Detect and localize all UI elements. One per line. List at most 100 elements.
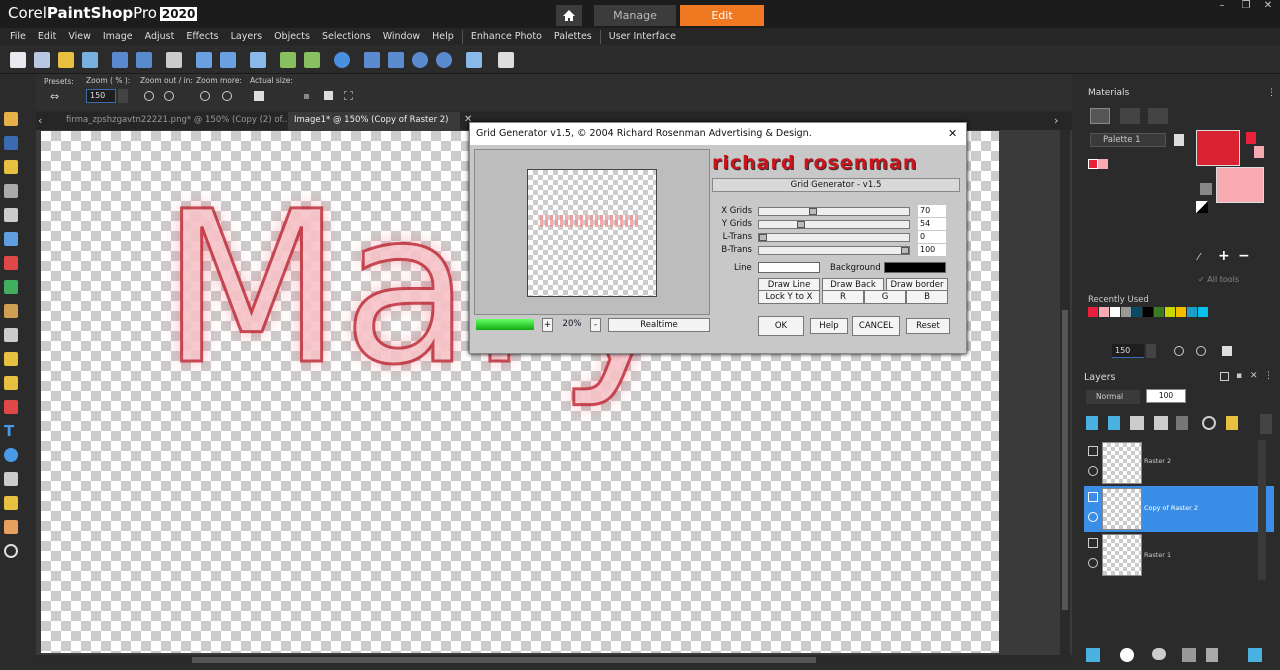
materials-actual-size-icon[interactable] <box>1222 346 1232 356</box>
menu-palettes[interactable]: Palettes <box>554 31 592 42</box>
layer-edit-icon[interactable] <box>1154 416 1168 430</box>
ok-button[interactable]: OK <box>758 316 804 336</box>
menu-effects[interactable]: Effects <box>186 31 218 42</box>
pan-tool-icon[interactable] <box>4 112 18 126</box>
layers-minimize-icon[interactable]: ▪ <box>1236 371 1242 381</box>
straighten-tool-icon[interactable] <box>4 232 18 246</box>
ltrans-value[interactable]: 0 <box>918 231 946 243</box>
menu-user-interface[interactable]: User Interface <box>609 31 676 42</box>
info-icon[interactable] <box>334 52 350 68</box>
tabs-scroll-right-icon[interactable]: › <box>1054 114 1058 127</box>
recent-color-swatch[interactable] <box>1132 307 1142 317</box>
eye-icon[interactable] <box>1088 512 1098 522</box>
warp-brush-icon[interactable] <box>4 496 18 510</box>
selection-tool-icon[interactable] <box>4 160 18 174</box>
save-icon[interactable] <box>112 52 128 68</box>
materials-zoom-in-icon[interactable] <box>1196 346 1206 356</box>
cancel-button[interactable]: CANCEL <box>852 316 900 336</box>
eye-icon[interactable] <box>1088 466 1098 476</box>
doc-tab-image1[interactable]: Image1* @ 150% (Copy of Raster 2) <box>288 112 460 130</box>
rotate-left-icon[interactable] <box>280 52 296 68</box>
dodge-tool-icon[interactable] <box>4 328 18 342</box>
merge-layers-icon[interactable] <box>1182 648 1196 662</box>
blend-mode-dropdown[interactable]: Normal <box>1086 390 1140 404</box>
menu-view[interactable]: View <box>68 31 91 42</box>
shape-tool-icon[interactable] <box>4 448 18 462</box>
fit-selection-icon[interactable] <box>344 91 353 100</box>
pick-tool-icon[interactable] <box>4 136 18 150</box>
rainbow-tab-icon[interactable] <box>1120 108 1140 124</box>
palette-dropdown[interactable]: Palette 1 <box>1090 133 1166 147</box>
layers-scrollbar[interactable] <box>1258 440 1266 580</box>
home-button[interactable] <box>556 5 582 26</box>
xgrids-value[interactable]: 70 <box>918 205 946 217</box>
ygrids-value[interactable]: 54 <box>918 218 946 230</box>
recent-color-swatch[interactable] <box>1099 307 1109 317</box>
materials-zoom-input[interactable]: 150 <box>1112 344 1144 358</box>
clone-brush-icon[interactable] <box>4 304 18 318</box>
realtime-button[interactable]: Realtime <box>608 318 710 332</box>
move-layer-up-icon[interactable] <box>1086 416 1098 430</box>
smudge-brush-icon[interactable] <box>4 520 18 534</box>
btrans-thumb[interactable] <box>901 247 909 254</box>
move-layer-down-icon[interactable] <box>1108 416 1120 430</box>
text-tool-icon[interactable]: T <box>4 424 18 439</box>
recent-color-swatch[interactable] <box>1198 307 1208 317</box>
new-icon[interactable] <box>10 52 26 68</box>
fit-window-icon[interactable] <box>388 52 404 68</box>
vertical-scrollbar[interactable] <box>1060 130 1070 660</box>
dropper-icon[interactable]: ⁄ <box>1198 252 1200 263</box>
rotate-right-icon[interactable] <box>304 52 320 68</box>
materials-zoom-out-icon[interactable] <box>1174 346 1184 356</box>
zoom-more-in-icon[interactable] <box>222 91 232 101</box>
menu-help[interactable]: Help <box>432 31 454 42</box>
layers-restore-icon[interactable] <box>1220 372 1229 381</box>
r-button[interactable]: R <box>822 290 864 304</box>
mini-fg-swatch[interactable] <box>1088 159 1098 169</box>
browse-icon[interactable] <box>82 52 98 68</box>
recent-color-swatch[interactable] <box>1154 307 1164 317</box>
fit-image-icon[interactable] <box>466 52 482 68</box>
lock-y-to-x-button[interactable]: Lock Y to X <box>758 290 820 304</box>
print-icon[interactable] <box>166 52 182 68</box>
link-layer-icon[interactable] <box>1202 416 1216 430</box>
bg-mini-swatch[interactable] <box>1254 146 1264 158</box>
tab-edit[interactable]: Edit <box>680 5 764 26</box>
doc-tab-firma[interactable]: firma_zpshzgavtn22221.png* @ 150% (Copy … <box>66 115 290 125</box>
btrans-slider[interactable] <box>758 246 910 255</box>
zoom-in-icon[interactable] <box>412 52 428 68</box>
background-color-swatch[interactable] <box>884 262 946 273</box>
actual-size-icon[interactable] <box>254 91 264 101</box>
lock-layer-icon[interactable] <box>1226 416 1238 430</box>
ygrids-thumb[interactable] <box>797 221 806 228</box>
xgrids-thumb[interactable] <box>808 208 817 215</box>
preview-image[interactable] <box>527 169 657 297</box>
add-tool-icon[interactable] <box>4 544 18 558</box>
horizontal-scroll-thumb[interactable] <box>192 657 816 663</box>
dialog-close-icon[interactable]: ✕ <box>948 127 957 140</box>
b-button[interactable]: B <box>906 290 948 304</box>
zoom-input[interactable]: 150 <box>86 89 116 103</box>
close-button[interactable]: ✕ <box>1258 0 1278 14</box>
new-from-clipboard-icon[interactable] <box>34 52 50 68</box>
zoom-more-out-icon[interactable] <box>200 91 210 101</box>
btrans-value[interactable]: 100 <box>918 244 946 256</box>
g-button[interactable]: G <box>864 290 906 304</box>
palette-book-icon[interactable] <box>1174 134 1184 146</box>
adjustment-layer-icon[interactable] <box>1152 648 1166 660</box>
layer-visibility-icon[interactable] <box>1130 416 1144 430</box>
menu-file[interactable]: File <box>10 31 26 42</box>
menu-layers[interactable]: Layers <box>231 31 262 42</box>
delete-layer-icon[interactable] <box>1206 648 1218 662</box>
recent-color-swatch[interactable] <box>1187 307 1197 317</box>
crop-tool-icon[interactable] <box>4 208 18 222</box>
add-swatch-icon[interactable]: + <box>1218 248 1230 264</box>
layers-close-icon[interactable]: ✕ <box>1250 371 1258 381</box>
recent-color-swatch[interactable] <box>1165 307 1175 317</box>
minimize-button[interactable]: – <box>1212 0 1232 14</box>
all-tools-checkbox[interactable]: ✓ All tools <box>1198 275 1239 284</box>
zoom-out-icon[interactable] <box>144 91 154 101</box>
ltrans-slider[interactable] <box>758 233 910 242</box>
open-icon[interactable] <box>58 52 74 68</box>
background-color-swatch[interactable] <box>1216 167 1264 203</box>
